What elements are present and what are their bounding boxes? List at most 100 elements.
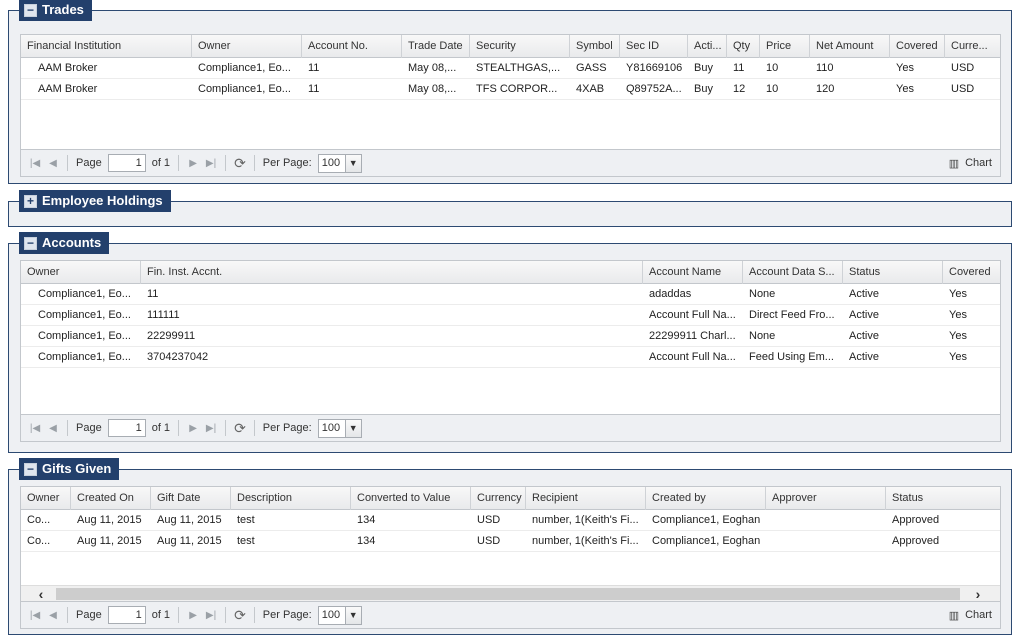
divider bbox=[253, 155, 255, 171]
column-header[interactable]: Status bbox=[843, 261, 943, 284]
column-header[interactable]: Account No. bbox=[302, 35, 402, 58]
first-page-icon[interactable]: |◀ bbox=[29, 610, 41, 621]
table-cell: Compliance1, Eo... bbox=[198, 83, 291, 95]
per-page-select[interactable]: 100 ▼ bbox=[317, 418, 362, 438]
last-page-icon[interactable]: ▶| bbox=[205, 158, 217, 169]
table-cell: USD bbox=[477, 514, 501, 526]
column-header[interactable]: Covered bbox=[943, 261, 1000, 284]
table-cell: Active bbox=[849, 330, 879, 342]
horizontal-scrollbar[interactable]: ‹ › bbox=[21, 585, 1000, 602]
accounts-panel: − Accounts Owner Fin. Inst. Accnt. Accou… bbox=[8, 232, 1012, 453]
trades-panel-header[interactable]: − Trades bbox=[19, 0, 92, 21]
page-input[interactable]: 1 bbox=[107, 154, 146, 172]
table-row[interactable]: AAM Broker Compliance1, Eo... 11 May 08,… bbox=[21, 58, 1000, 79]
table-cell: Active bbox=[849, 288, 879, 300]
table-cell: AAM Broker bbox=[38, 83, 98, 95]
column-header[interactable]: Sec ID bbox=[620, 35, 688, 58]
expand-icon[interactable]: + bbox=[24, 194, 37, 208]
table-row[interactable]: Compliance1, Eo... 3704237042 Account Fu… bbox=[21, 347, 1000, 368]
column-header[interactable]: Qty bbox=[727, 35, 760, 58]
chart-icon: ▥ bbox=[948, 157, 960, 170]
chevron-down-icon[interactable]: ▼ bbox=[344, 154, 361, 172]
accounts-panel-header[interactable]: − Accounts bbox=[19, 232, 110, 254]
table-row[interactable]: Co... Aug 11, 2015 Aug 11, 2015 test 134… bbox=[21, 510, 1000, 531]
column-header[interactable]: Curre... bbox=[945, 35, 1000, 58]
column-header[interactable]: Financial Institution bbox=[21, 35, 192, 58]
refresh-icon[interactable]: ⟳ bbox=[234, 155, 246, 172]
prev-page-icon[interactable]: ◀ bbox=[47, 423, 59, 434]
page-input[interactable]: 1 bbox=[107, 419, 146, 437]
column-header[interactable]: Fin. Inst. Accnt. bbox=[141, 261, 643, 284]
next-page-icon[interactable]: ▶ bbox=[187, 158, 199, 169]
column-header[interactable]: Recipient bbox=[526, 487, 646, 510]
column-header[interactable]: Owner bbox=[21, 487, 71, 510]
column-header[interactable]: Security bbox=[470, 35, 570, 58]
scroll-right-icon[interactable]: › bbox=[968, 586, 988, 602]
column-header[interactable]: Gift Date bbox=[151, 487, 231, 510]
column-header[interactable]: Acti... bbox=[688, 35, 727, 58]
column-header[interactable]: Currency bbox=[471, 487, 526, 510]
column-header[interactable]: Created On bbox=[71, 487, 151, 510]
chevron-down-icon[interactable]: ▼ bbox=[344, 419, 361, 437]
table-row[interactable]: Compliance1, Eo... 111111 Account Full N… bbox=[21, 305, 1000, 326]
last-page-icon[interactable]: ▶| bbox=[205, 423, 217, 434]
collapse-icon[interactable]: − bbox=[24, 462, 37, 476]
table-row[interactable]: Co... Aug 11, 2015 Aug 11, 2015 test 134… bbox=[21, 531, 1000, 552]
column-header[interactable]: Description bbox=[231, 487, 351, 510]
column-header[interactable]: Status bbox=[886, 487, 1000, 510]
collapse-icon[interactable]: − bbox=[24, 236, 37, 250]
table-cell: Aug 11, 2015 bbox=[157, 514, 222, 526]
per-page-select[interactable]: 100 ▼ bbox=[317, 605, 362, 625]
column-header[interactable]: Net Amount bbox=[810, 35, 890, 58]
table-cell: 10 bbox=[766, 83, 779, 95]
per-page-label: Per Page: bbox=[262, 422, 312, 434]
page-count: of 1 bbox=[151, 422, 171, 434]
trades-pager: |◀ ◀ Page 1 of 1 ▶ ▶| ⟳ Per Page: 100 ▼ … bbox=[21, 149, 1000, 176]
table-cell: Compliance1, Eo... bbox=[38, 288, 131, 300]
refresh-icon[interactable]: ⟳ bbox=[234, 420, 246, 437]
chart-button[interactable]: ▥ Chart bbox=[949, 157, 992, 170]
chevron-down-icon[interactable]: ▼ bbox=[344, 606, 361, 624]
first-page-icon[interactable]: |◀ bbox=[29, 423, 41, 434]
scrollbar-thumb[interactable] bbox=[56, 588, 960, 600]
table-cell: USD bbox=[951, 62, 975, 74]
next-page-icon[interactable]: ▶ bbox=[187, 610, 199, 621]
scroll-left-icon[interactable]: ‹ bbox=[31, 586, 51, 602]
table-cell: 134 bbox=[357, 514, 376, 526]
table-cell: Active bbox=[849, 309, 879, 321]
last-page-icon[interactable]: ▶| bbox=[205, 610, 217, 621]
table-row[interactable]: AAM Broker Compliance1, Eo... 11 May 08,… bbox=[21, 79, 1000, 100]
table-cell: 11 bbox=[308, 62, 320, 74]
per-page-select[interactable]: 100 ▼ bbox=[317, 153, 362, 173]
column-header[interactable]: Approver bbox=[766, 487, 886, 510]
next-page-icon[interactable]: ▶ bbox=[187, 423, 199, 434]
column-header[interactable]: Trade Date bbox=[402, 35, 470, 58]
refresh-icon[interactable]: ⟳ bbox=[234, 607, 246, 624]
first-page-icon[interactable]: |◀ bbox=[29, 158, 41, 169]
prev-page-icon[interactable]: ◀ bbox=[47, 158, 59, 169]
column-header[interactable]: Owner bbox=[192, 35, 302, 58]
column-header[interactable]: Account Name bbox=[643, 261, 743, 284]
chart-button[interactable]: ▥ Chart bbox=[949, 609, 992, 622]
column-header[interactable]: Account Data S... bbox=[743, 261, 843, 284]
column-header[interactable]: Converted to Value bbox=[351, 487, 471, 510]
divider bbox=[67, 420, 68, 436]
column-header[interactable]: Owner bbox=[21, 261, 141, 284]
table-row[interactable]: Compliance1, Eo... 11 adaddas None Activ… bbox=[21, 284, 1000, 305]
column-header[interactable]: Covered bbox=[890, 35, 945, 58]
column-header[interactable]: Price bbox=[760, 35, 810, 58]
collapse-icon[interactable]: − bbox=[24, 3, 37, 17]
page-input[interactable]: 1 bbox=[107, 606, 146, 624]
table-cell: 11 bbox=[147, 288, 159, 300]
column-header[interactable]: Symbol bbox=[570, 35, 620, 58]
table-cell: None bbox=[749, 330, 776, 342]
table-cell: Compliance1, Eoghan bbox=[652, 535, 761, 547]
table-cell: Account Full Na... bbox=[649, 309, 736, 321]
gifts-panel-header[interactable]: − Gifts Given bbox=[19, 458, 120, 480]
gifts-grid: Owner Created On Gift Date Description C… bbox=[20, 486, 1001, 629]
table-cell: 10 bbox=[766, 62, 779, 74]
table-row[interactable]: Compliance1, Eo... 22299911 22299911 Cha… bbox=[21, 326, 1000, 347]
holdings-panel-header[interactable]: + Employee Holdings bbox=[19, 190, 171, 212]
column-header[interactable]: Created by bbox=[646, 487, 766, 510]
prev-page-icon[interactable]: ◀ bbox=[47, 610, 59, 621]
